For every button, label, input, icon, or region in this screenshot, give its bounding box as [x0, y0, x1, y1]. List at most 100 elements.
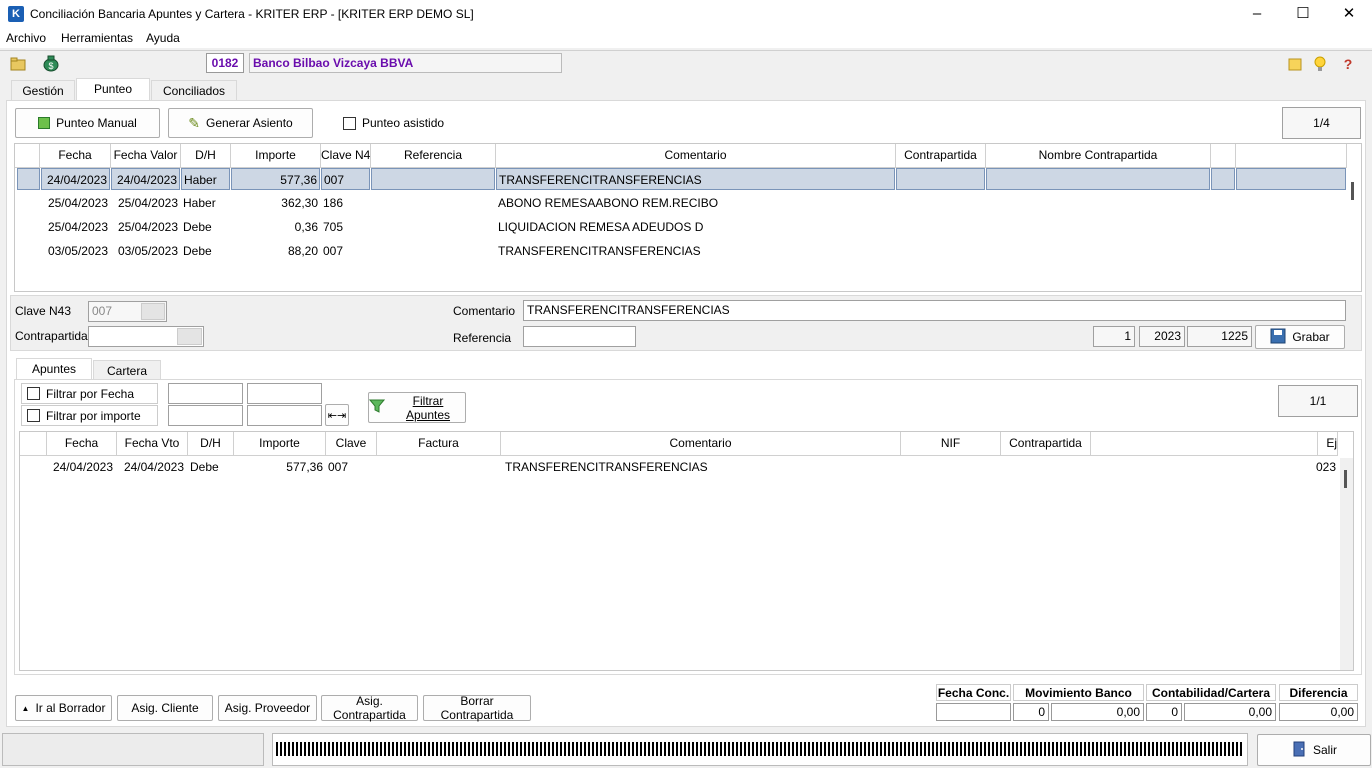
grabar-button[interactable]: Grabar — [1255, 325, 1345, 349]
col-contrapartida[interactable]: Contrapartida — [1001, 432, 1091, 456]
cell-importe[interactable]: 362,30 — [231, 192, 320, 214]
cell-importe[interactable]: 88,20 — [231, 240, 320, 262]
clave-lookup-button[interactable] — [141, 303, 165, 320]
cell-ej[interactable]: 023 — [1310, 456, 1336, 478]
period-field[interactable]: 1 — [1093, 326, 1135, 347]
range-link-icon[interactable]: ⇤⇥ — [325, 404, 349, 426]
punteo-asistido-checkbox[interactable]: Punteo asistido — [343, 116, 444, 130]
cell-contrapartida[interactable] — [1001, 456, 1090, 478]
close-button[interactable]: ✕ — [1326, 0, 1372, 30]
entry-number-field[interactable]: 1225 — [1187, 326, 1252, 347]
cell-clave[interactable]: 007 — [321, 168, 370, 190]
filtrar-apuntes-button[interactable]: Filtrar Apuntes — [368, 392, 466, 423]
col-fecha-valor[interactable]: Fecha Valor — [111, 144, 181, 168]
cell-referencia[interactable] — [371, 168, 495, 190]
help-icon[interactable]: ? — [1339, 55, 1357, 73]
fecha-desde-input[interactable] — [168, 383, 243, 404]
ir-al-borrador-button[interactable]: ▲ Ir al Borrador — [15, 695, 112, 721]
checkbox-box[interactable] — [343, 116, 356, 130]
lightbulb-icon[interactable] — [1311, 55, 1329, 73]
col-comentario[interactable]: Comentario — [496, 144, 896, 168]
cell-clave[interactable]: 186 — [321, 192, 370, 214]
cell-clave[interactable]: 007 — [326, 456, 376, 478]
scrollbar[interactable] — [1340, 458, 1353, 670]
cell-dh[interactable]: Debe — [181, 216, 230, 238]
asig-proveedor-button[interactable]: Asig. Proveedor — [218, 695, 317, 721]
col-clave-n43[interactable]: Clave N43 — [321, 144, 371, 168]
col-comentario[interactable]: Comentario — [501, 432, 901, 456]
cell-fecha-valor[interactable]: 24/04/2023 — [111, 168, 180, 190]
year-field[interactable]: 2023 — [1139, 326, 1185, 347]
note-icon[interactable] — [1286, 55, 1304, 73]
col-ej[interactable]: Ej — [1318, 432, 1338, 456]
importe-hasta-input[interactable] — [247, 405, 322, 426]
cell-factura[interactable] — [377, 456, 500, 478]
checkbox-box[interactable] — [27, 409, 40, 422]
folder-icon[interactable] — [9, 55, 27, 73]
minimize-button[interactable]: – — [1234, 0, 1280, 30]
cell-dh[interactable]: Debe — [188, 456, 233, 478]
cell-dh[interactable]: Haber — [181, 192, 230, 214]
tab-cartera[interactable]: Cartera — [93, 360, 161, 381]
asig-contrapartida-button[interactable]: Asig. Contrapartida — [321, 694, 418, 722]
cell-clave[interactable]: 007 — [321, 240, 370, 262]
cell-importe[interactable]: 577,36 — [231, 168, 320, 190]
cell-comentario[interactable]: LIQUIDACION REMESA ADEUDOS D — [496, 216, 895, 238]
menu-herramientas[interactable]: Herramientas — [61, 31, 133, 45]
tab-gestion[interactable]: Gestión — [11, 80, 75, 101]
referencia-input[interactable] — [523, 326, 636, 347]
fecha-hasta-input[interactable] — [247, 383, 322, 404]
cell-comentario[interactable]: TRANSFERENCITRANSFERENCIAS — [496, 168, 895, 190]
scrollbar-thumb[interactable] — [1344, 470, 1347, 488]
menu-archivo[interactable]: Archivo — [6, 31, 46, 45]
cell-contrapartida[interactable] — [896, 168, 985, 190]
col-contrapartida[interactable]: Contrapartida — [896, 144, 986, 168]
col-nombre-contrapartida[interactable]: Nombre Contrapartida — [986, 144, 1211, 168]
cell-fecha[interactable]: 25/04/2023 — [41, 192, 110, 214]
col-fecha-vto[interactable]: Fecha Vto — [117, 432, 188, 456]
col-dh[interactable]: D/H — [188, 432, 234, 456]
asig-cliente-button[interactable]: Asig. Cliente — [117, 695, 213, 721]
checkbox-box[interactable] — [27, 387, 40, 400]
comentario-input[interactable]: TRANSFERENCITRANSFERENCIAS — [523, 300, 1346, 321]
col-importe[interactable]: Importe — [231, 144, 321, 168]
col-fecha[interactable]: Fecha — [47, 432, 117, 456]
importe-desde-input[interactable] — [168, 405, 243, 426]
cell-dh[interactable]: Haber — [181, 168, 230, 190]
cell-fecha-valor[interactable]: 25/04/2023 — [111, 192, 180, 214]
cell-fecha-valor[interactable]: 03/05/2023 — [111, 240, 180, 262]
borrar-contrapartida-button[interactable]: Borrar Contrapartida — [423, 694, 531, 722]
filtrar-importe-checkbox[interactable]: Filtrar por importe — [21, 405, 158, 426]
cell-extra-1[interactable] — [1211, 168, 1235, 190]
salir-button[interactable]: Salir — [1257, 734, 1371, 766]
col-fecha[interactable]: Fecha — [40, 144, 111, 168]
col-referencia[interactable]: Referencia — [371, 144, 496, 168]
cell-fecha-vto[interactable]: 24/04/2023 — [117, 456, 186, 478]
punteo-manual-button[interactable]: Punteo Manual — [15, 108, 160, 138]
cell-nif[interactable] — [901, 456, 1000, 478]
cell-fecha-valor[interactable]: 25/04/2023 — [111, 216, 180, 238]
money-bag-icon[interactable]: $ — [41, 53, 59, 72]
cell-fecha[interactable]: 03/05/2023 — [41, 240, 110, 262]
cell-nombre-contrapartida[interactable] — [986, 168, 1210, 190]
scrollbar-thumb[interactable] — [1351, 182, 1354, 200]
maximize-button[interactable]: ☐ — [1280, 0, 1326, 30]
cell-fecha[interactable]: 25/04/2023 — [41, 216, 110, 238]
cell-fecha[interactable]: 24/04/2023 — [47, 456, 115, 478]
cell-dh[interactable]: Debe — [181, 240, 230, 262]
row-selector[interactable] — [17, 168, 40, 190]
cell-comentario[interactable]: TRANSFERENCITRANSFERENCIAS — [501, 456, 900, 478]
menu-ayuda[interactable]: Ayuda — [146, 31, 180, 45]
contrapartida-lookup-button[interactable] — [177, 328, 202, 345]
cell-fecha[interactable]: 24/04/2023 — [41, 168, 110, 190]
cell-importe[interactable]: 577,36 — [234, 456, 325, 478]
col-clave[interactable]: Clave — [326, 432, 377, 456]
filtrar-fecha-checkbox[interactable]: Filtrar por Fecha — [21, 383, 158, 404]
generar-asiento-button[interactable]: ✎ Generar Asiento — [168, 108, 313, 138]
col-factura[interactable]: Factura — [377, 432, 501, 456]
tab-conciliados[interactable]: Conciliados — [151, 80, 237, 101]
tab-punteo[interactable]: Punteo — [76, 78, 150, 101]
col-nif[interactable]: NIF — [901, 432, 1001, 456]
cell-comentario[interactable]: TRANSFERENCITRANSFERENCIAS — [496, 240, 895, 262]
cell-extra-2[interactable] — [1236, 168, 1346, 190]
